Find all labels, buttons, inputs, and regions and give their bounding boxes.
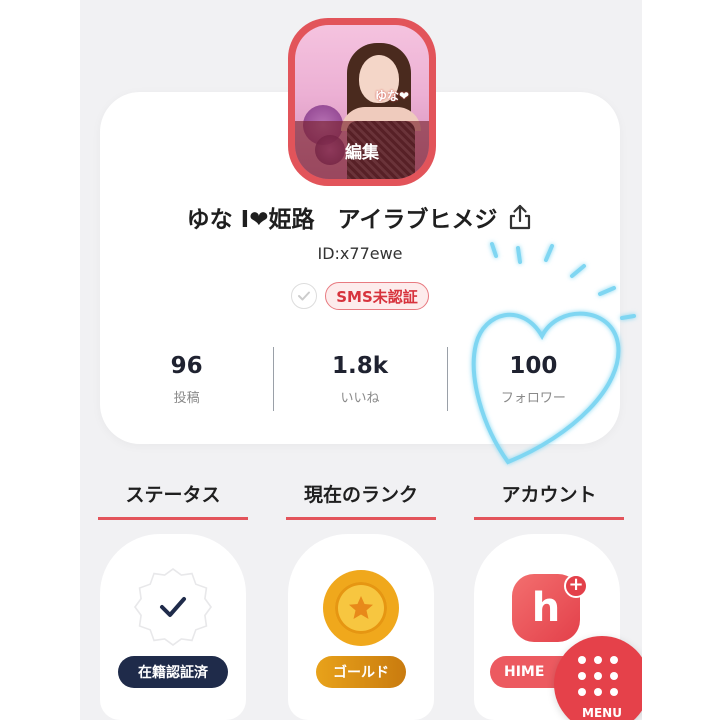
- verified-badge-icon: [136, 570, 210, 644]
- gold-coin-icon: [323, 570, 399, 646]
- stat-value: 100: [509, 353, 558, 379]
- section-tabs: ステータス 現在のランク アカウント: [98, 480, 624, 520]
- grid-dots-icon: [576, 654, 620, 698]
- stat-label: いいね: [340, 391, 380, 406]
- menu-label: MENU: [582, 706, 622, 720]
- section-title-status: ステータス: [98, 480, 248, 520]
- stat-value: 1.8k: [331, 353, 389, 379]
- status-tile[interactable]: 在籍認証済: [100, 534, 246, 720]
- stat-value: 96: [170, 353, 203, 379]
- avatar-photo: ゆな❤ 編集: [295, 25, 429, 179]
- check-circle-icon: [291, 283, 318, 309]
- verification-row: SMS未認証: [100, 282, 620, 310]
- share-icon[interactable]: [507, 203, 533, 231]
- plus-icon: +: [564, 574, 588, 598]
- profile-screen: ゆな I❤姫路 アイラブヒメジ ID:x77ewe SMS未認証 96 投稿 1…: [80, 0, 642, 720]
- rank-badge: ゴールド: [316, 656, 406, 688]
- status-badge: 在籍認証済: [118, 656, 228, 688]
- stat-label: 投稿: [173, 391, 200, 406]
- stat-posts[interactable]: 96 投稿: [100, 347, 273, 417]
- name-row: ゆな I❤姫路 アイラブヒメジ: [100, 200, 620, 234]
- section-title-account: アカウント: [474, 480, 624, 520]
- stat-followers[interactable]: 100 フォロワー: [446, 347, 620, 417]
- user-id: ID:x77ewe: [317, 244, 403, 263]
- sms-unverified-badge[interactable]: SMS未認証: [325, 282, 429, 310]
- stat-likes[interactable]: 1.8k いいね: [273, 347, 446, 417]
- stats-row: 96 投稿 1.8k いいね 100 フォロワー: [100, 347, 620, 417]
- avatar-edit-button[interactable]: 編集: [295, 121, 429, 179]
- profile-name: ゆな I❤姫路 アイラブヒメジ: [186, 207, 498, 233]
- avatar-tag: ゆな❤: [375, 89, 410, 103]
- avatar[interactable]: ゆな❤ 編集: [288, 18, 436, 186]
- rank-tile[interactable]: ゴールド: [288, 534, 434, 720]
- star-icon: [335, 582, 387, 634]
- stat-label: フォロワー: [500, 391, 566, 406]
- section-title-rank: 現在のランク: [286, 480, 436, 520]
